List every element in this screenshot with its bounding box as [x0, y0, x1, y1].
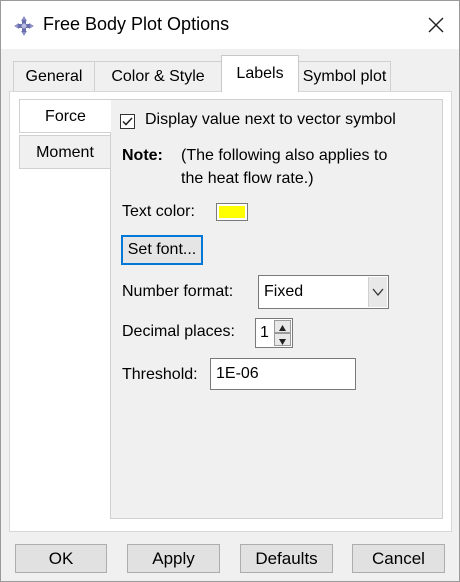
note-text-line2: the heat flow rate.) — [181, 170, 314, 187]
defaults-button[interactable]: Defaults — [240, 544, 333, 573]
dialog-window: Free Body Plot Options General Color & S… — [0, 0, 460, 582]
threshold-label: Threshold: — [122, 366, 198, 383]
tab-symbol-plot[interactable]: Symbol plot — [298, 61, 391, 91]
threshold-value: 1E-06 — [216, 365, 259, 382]
title-bar: Free Body Plot Options — [1, 1, 459, 49]
note-text-line1: (The following also applies to — [181, 147, 388, 164]
display-value-checkbox[interactable] — [120, 114, 135, 129]
spin-down-arrow-icon[interactable] — [274, 333, 291, 346]
text-color-fill — [219, 206, 245, 218]
subtab-moment[interactable]: Moment — [19, 135, 111, 169]
decimal-places-spinbox[interactable]: 1 — [255, 318, 293, 348]
number-format-value: Fixed — [264, 283, 304, 300]
number-format-select[interactable]: Fixed — [258, 275, 389, 309]
tab-labels[interactable]: Labels — [221, 55, 299, 92]
number-format-label: Number format: — [122, 283, 234, 300]
ok-button[interactable]: OK — [15, 544, 107, 573]
apply-button[interactable]: Apply — [127, 544, 220, 573]
close-icon[interactable] — [420, 9, 452, 41]
cancel-button[interactable]: Cancel — [352, 544, 445, 573]
threshold-input[interactable]: 1E-06 — [210, 358, 356, 390]
chevron-down-icon[interactable] — [368, 277, 387, 307]
text-color-swatch[interactable] — [216, 203, 248, 221]
tab-general[interactable]: General — [13, 61, 95, 91]
text-color-label: Text color: — [122, 203, 195, 220]
decimal-places-label: Decimal places: — [122, 323, 235, 340]
crosshair-app-icon — [13, 15, 35, 37]
tab-color-style[interactable]: Color & Style — [94, 61, 222, 91]
decimal-places-value: 1 — [260, 324, 269, 341]
subtab-force[interactable]: Force — [19, 99, 111, 133]
display-value-label: Display value next to vector symbol — [145, 111, 396, 128]
note-label: Note: — [122, 147, 163, 164]
spin-up-arrow-icon[interactable] — [274, 320, 291, 333]
window-title: Free Body Plot Options — [43, 14, 230, 34]
checkmark-icon — [122, 117, 133, 126]
set-font-button[interactable]: Set font... — [121, 235, 203, 265]
